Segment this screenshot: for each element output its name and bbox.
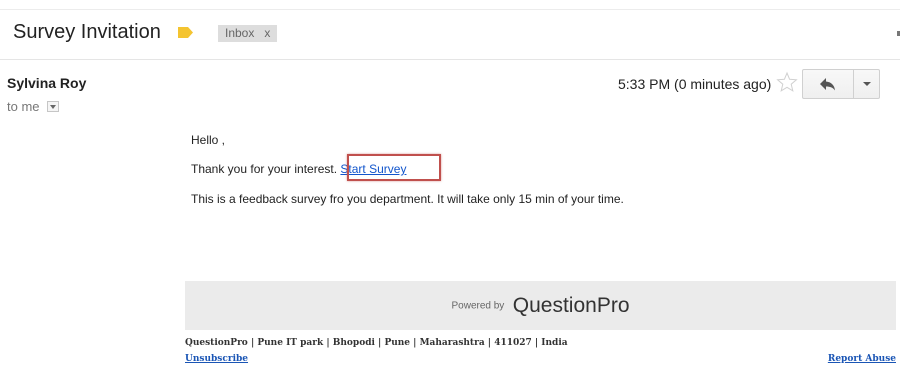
greeting-text: Hello , xyxy=(191,133,226,147)
inbox-label-chip: Inbox x xyxy=(218,25,278,42)
top-divider xyxy=(0,9,900,10)
reply-button[interactable] xyxy=(802,69,854,99)
sender-name[interactable]: Sylvina Roy xyxy=(7,75,86,91)
survey-info-text: This is a feedback survey fro you depart… xyxy=(191,192,624,206)
email-subject: Survey Invitation xyxy=(13,21,161,43)
label-tag-icon[interactable] xyxy=(178,27,193,38)
show-details-button[interactable] xyxy=(47,101,59,112)
star-icon[interactable] xyxy=(776,71,798,93)
unsubscribe-link[interactable]: Unsubscribe xyxy=(185,354,248,364)
questionpro-logo[interactable]: QuestionPro xyxy=(513,294,630,317)
reply-icon xyxy=(820,78,835,91)
thanks-text: Thank you for your interest. xyxy=(191,162,338,176)
remove-label-button[interactable]: x xyxy=(264,26,270,40)
report-abuse-link[interactable]: Report Abuse xyxy=(828,354,896,364)
powered-by-banner: Powered by QuestionPro xyxy=(185,281,896,330)
recipient-label: to me xyxy=(7,99,40,114)
more-options-button[interactable] xyxy=(853,69,880,99)
company-address: QuestionPro | Pune IT park | Bhopodi | P… xyxy=(185,338,568,348)
powered-by-text: Powered by xyxy=(451,300,505,312)
inbox-label-text: Inbox xyxy=(225,26,255,40)
header-divider xyxy=(0,59,900,60)
link-highlight-box xyxy=(347,154,441,181)
powered-by-line: Powered by QuestionPro xyxy=(185,294,896,318)
message-timestamp: 5:33 PM (0 minutes ago) xyxy=(618,76,772,92)
